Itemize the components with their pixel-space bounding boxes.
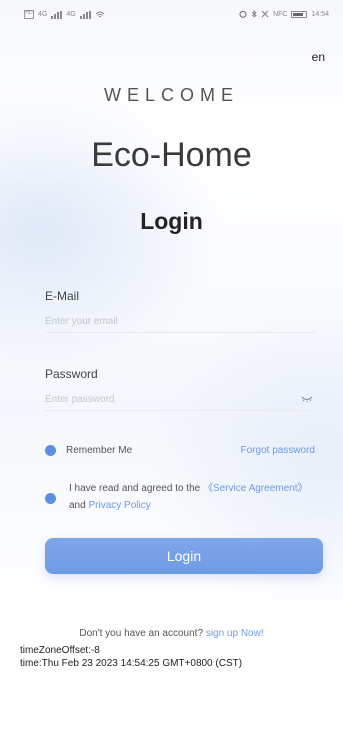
remember-row: Remember Me Forgot password — [45, 445, 315, 456]
service-agreement-link[interactable]: 《Service Agreement》 — [203, 483, 308, 494]
agreement-checkbox[interactable] — [45, 493, 56, 504]
debug-time-text: time:Thu Feb 23 2023 14:54:25 GMT+0800 (… — [20, 658, 243, 669]
status-right: NFC 14:54 — [239, 10, 329, 18]
status-time: 14:54 — [311, 10, 329, 18]
page-title: Login — [140, 208, 203, 234]
signup-text: Don't you have an account? — [79, 628, 206, 639]
agreement-text: I have read and agreed to the 《Service A… — [69, 480, 319, 514]
status-bar: HD 4G 4G NFC 14:54 — [24, 8, 329, 22]
timezone-offset-text: timeZoneOffset:-8 — [20, 645, 100, 656]
agreement-prefix: I have read and agreed to the — [69, 483, 203, 494]
remember-me-checkbox[interactable] — [45, 445, 56, 456]
signup-prompt: Don't you have an account? sign up Now! — [0, 628, 343, 639]
forgot-password-link[interactable]: Forgot password — [241, 445, 315, 456]
nfc-label: NFC — [273, 10, 288, 18]
wifi-icon — [95, 11, 105, 17]
password-label: Password — [45, 367, 98, 381]
remember-me-label[interactable]: Remember Me — [66, 445, 132, 456]
agreement-middle: and — [69, 500, 89, 511]
alarm-icon — [239, 10, 247, 18]
brand-name: Eco-Home — [91, 136, 252, 174]
language-switch[interactable]: en — [312, 50, 325, 64]
signup-link[interactable]: sign up Now! — [206, 628, 264, 639]
login-screen: HD 4G 4G NFC 14:54 en WELCOME Eco-Home L… — [0, 0, 343, 742]
vibrate-icon — [261, 10, 269, 18]
signal-bars-icon — [51, 10, 63, 19]
signal-label-1: 4G — [38, 11, 48, 18]
bluetooth-icon — [251, 10, 257, 18]
password-field[interactable] — [45, 389, 315, 411]
signal-label-2: 4G — [66, 11, 76, 18]
privacy-policy-link[interactable]: Privacy Policy — [88, 500, 150, 511]
email-field[interactable] — [45, 311, 315, 333]
welcome-heading: WELCOME — [103, 85, 239, 105]
password-visibility-icon[interactable] — [301, 395, 313, 403]
status-left: HD 4G 4G — [24, 10, 105, 19]
sim-icon: HD — [24, 10, 34, 19]
email-label: E-Mail — [45, 289, 80, 303]
battery-icon — [291, 10, 308, 18]
signal-bars-2-icon — [79, 10, 91, 19]
login-button[interactable]: Login — [45, 538, 323, 574]
